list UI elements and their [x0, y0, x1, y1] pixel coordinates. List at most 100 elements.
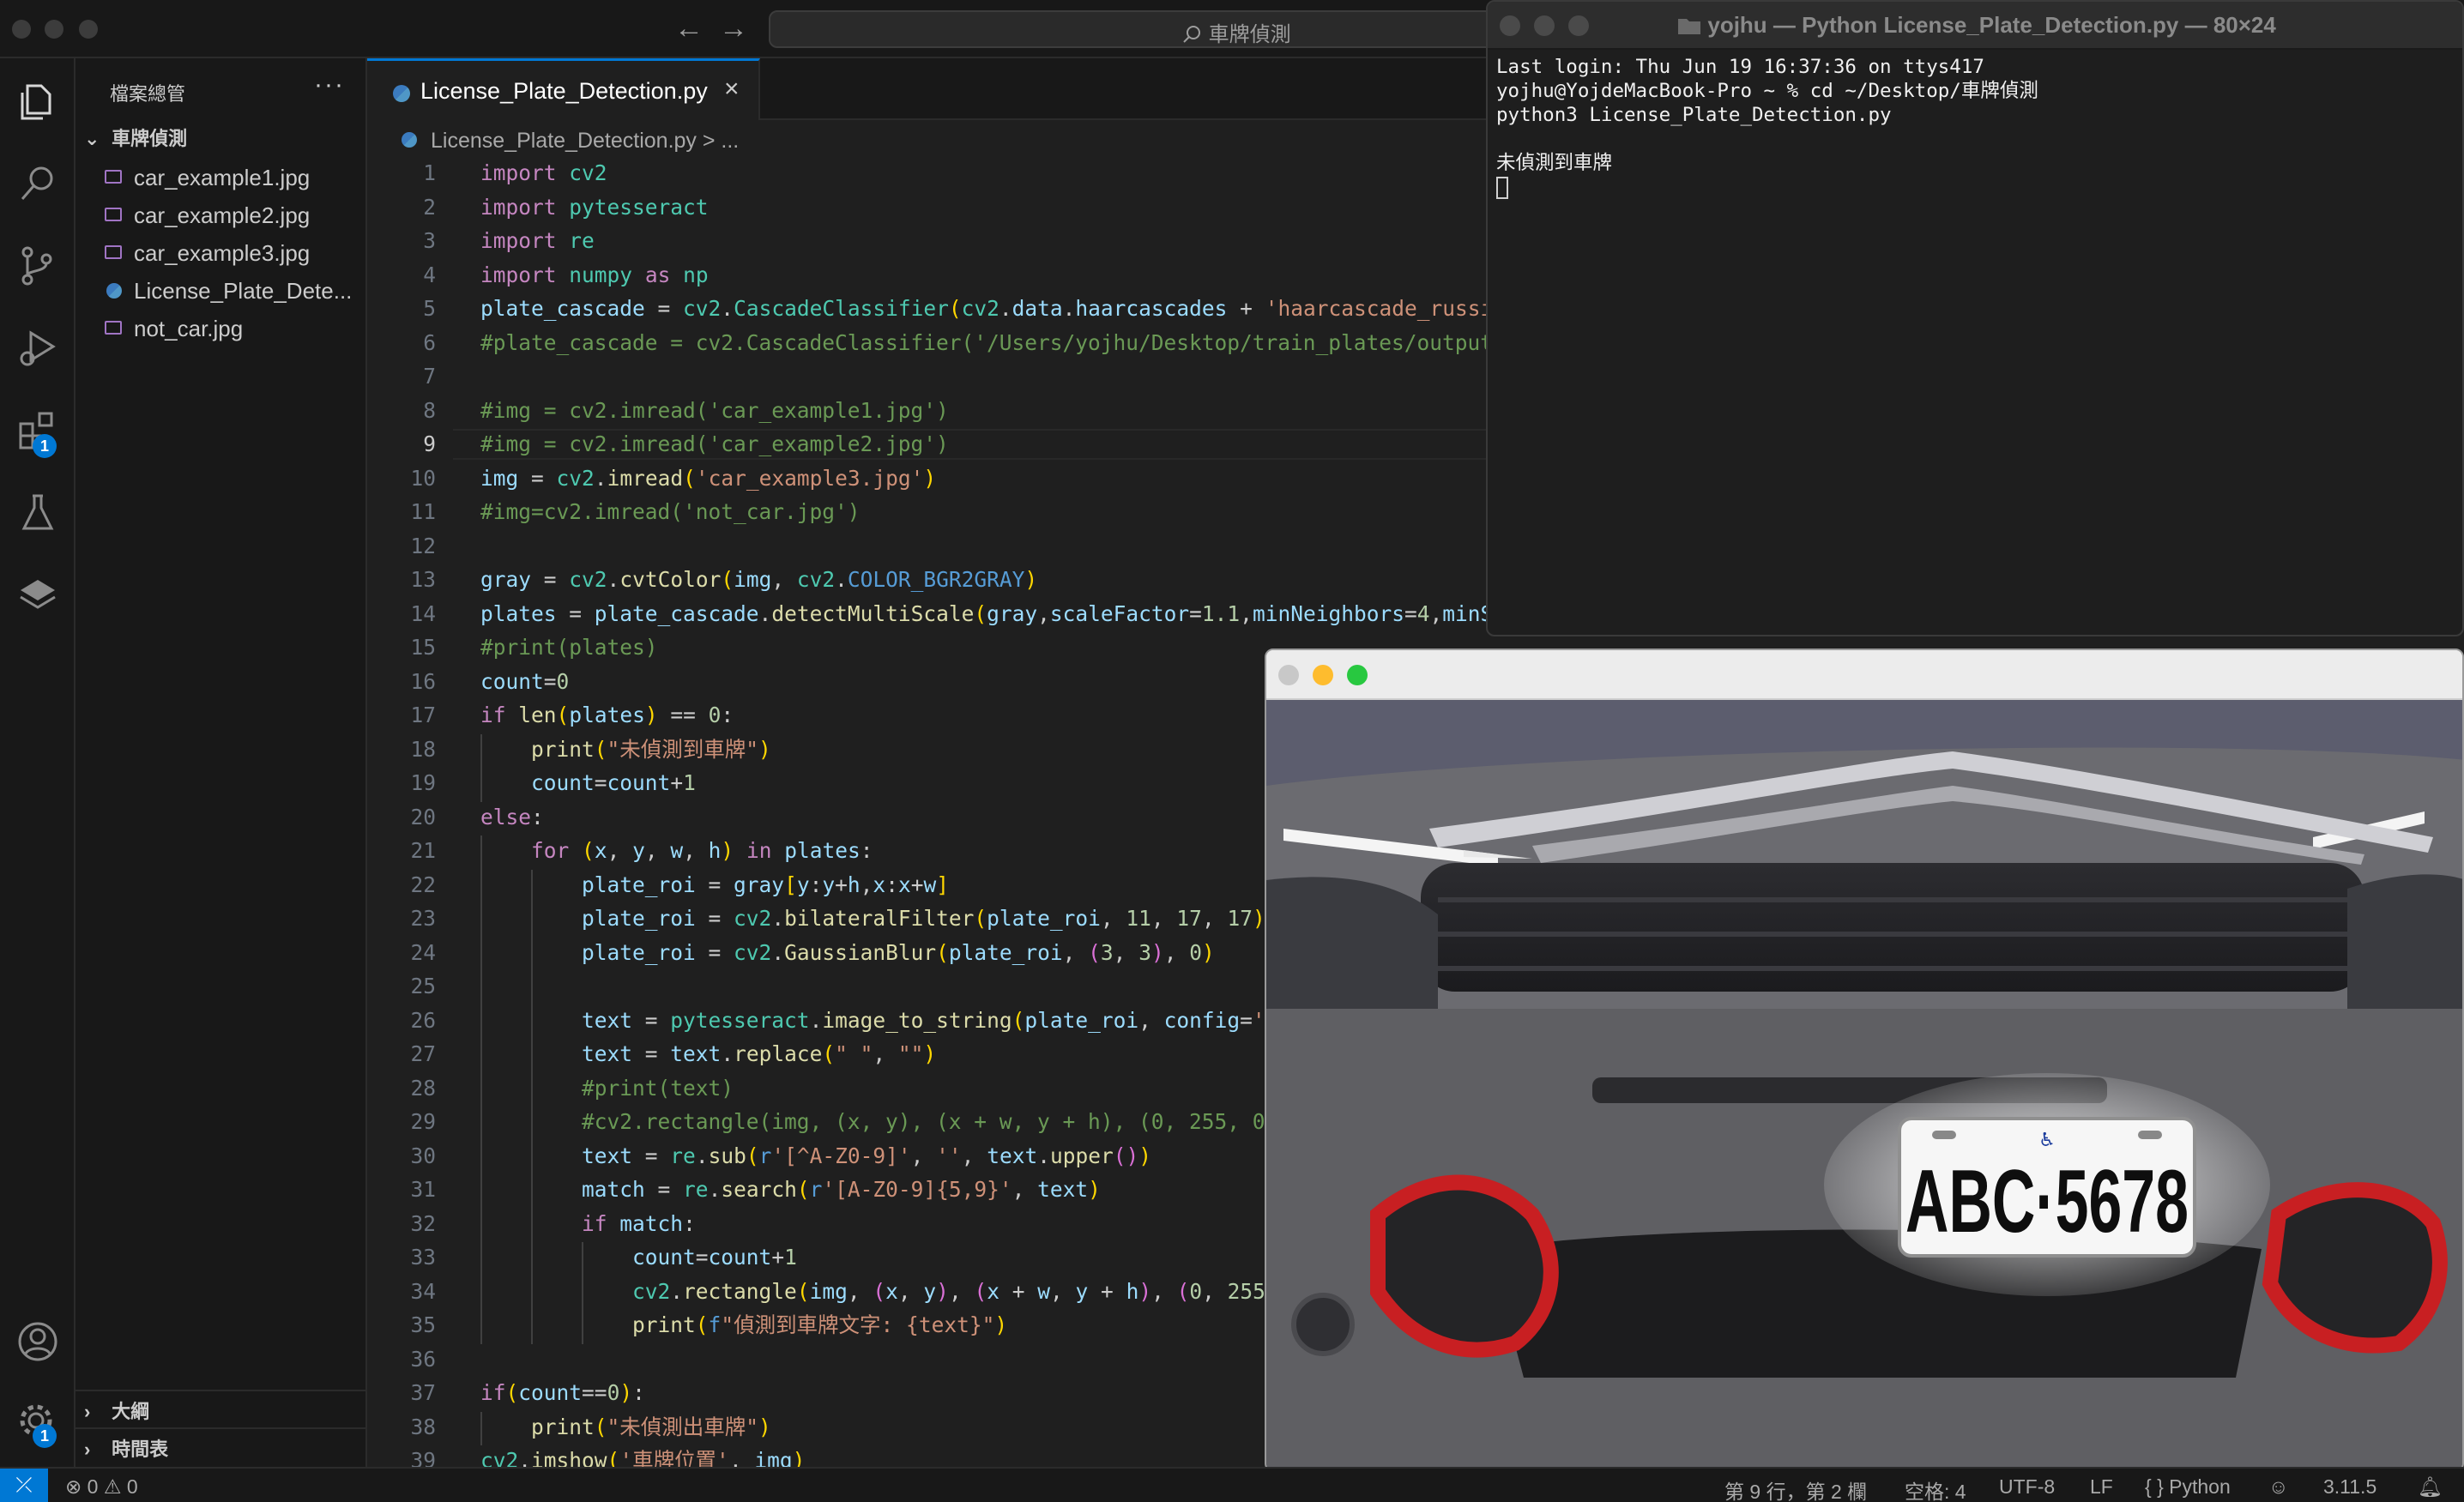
line-number: 1 [423, 160, 436, 185]
close-button[interactable] [1278, 665, 1299, 685]
code-line[interactable]: 7 [367, 361, 1486, 392]
code-text: if len(plates) == 0: [480, 703, 734, 727]
code-text: if(count==0): [480, 1380, 645, 1405]
back-arrow-icon[interactable]: ← [674, 12, 704, 45]
line-number: 36 [410, 1346, 436, 1372]
terminal-line: python3 License_Plate_Detection.py [1496, 104, 1892, 126]
zoom-button[interactable] [1347, 665, 1368, 685]
code-line[interactable]: 3 import re [367, 226, 1486, 256]
line-number: 31 [410, 1177, 436, 1202]
end-of-line[interactable]: LF [2090, 1475, 2113, 1499]
line-number: 7 [423, 364, 436, 389]
remote-indicator-icon[interactable]: ⤫ [0, 1469, 48, 1502]
file-item[interactable]: not_car.jpg [101, 311, 363, 348]
minimize-button[interactable] [45, 20, 63, 39]
code-text: text = text.replace(" ", "") [582, 1041, 937, 1066]
more-actions-button[interactable]: ··· [314, 70, 345, 100]
close-icon[interactable]: × [724, 75, 740, 104]
chevron-right-icon: › [84, 1439, 91, 1460]
code-line[interactable]: 11 #img=cv2.imread('not_car.jpg') [367, 497, 1486, 528]
line-number: 11 [410, 499, 436, 524]
python-version[interactable]: 3.11.5 [2323, 1475, 2376, 1499]
code-text: #print(text) [582, 1075, 734, 1101]
layers-icon[interactable] [15, 573, 60, 618]
code-text: if match: [582, 1210, 696, 1236]
line-number: 8 [423, 397, 436, 423]
error-icon: ⊗ [65, 1475, 82, 1498]
run-debug-icon[interactable] [15, 326, 60, 371]
timeline-label: 時間表 [112, 1439, 169, 1460]
line-number: 21 [410, 838, 436, 863]
line-number: 10 [410, 465, 436, 491]
code-line[interactable]: 8 #img = cv2.imread('car_example1.jpg') [367, 395, 1486, 426]
code-text: #img=cv2.imread('not_car.jpg') [480, 499, 861, 524]
source-control-icon[interactable] [15, 244, 60, 288]
copilot-icon[interactable]: ☺ [2268, 1475, 2288, 1499]
file-name: not_car.jpg [134, 316, 244, 341]
code-line[interactable]: 6 #plate_cascade = cv2.CascadeClassifier(… [367, 328, 1486, 359]
warning-icon: ⚠ [103, 1475, 122, 1498]
code-line[interactable]: 9 #img = cv2.imread('car_example2.jpg') [367, 429, 1486, 460]
code-text: gray = cv2.cvtColor(img, cv2.COLOR_BGR2G… [480, 567, 1038, 592]
close-button[interactable] [12, 20, 31, 39]
code-line[interactable]: 5 plate_cascade = cv2.CascadeClassifier(c… [367, 293, 1486, 324]
line-number: 17 [410, 703, 436, 727]
code-text: cv2.rectangle(img, (x, y), (x + w, y + h… [632, 1278, 1278, 1304]
command-center-text: 車牌偵測 [1208, 23, 1291, 46]
chevron-down-icon: ⌄ [84, 128, 100, 149]
cursor-position[interactable]: 第 9 行，第 2 欄 [1724, 1475, 1867, 1502]
error-count: 0 [87, 1475, 99, 1498]
terminal-line: Last login: Thu Jun 19 16:37:36 on ttys4… [1496, 56, 1984, 78]
tab-license-plate-detection[interactable]: License_Plate_Detection.py × [367, 58, 760, 120]
tab-label: License_Plate_Detection.py [420, 78, 708, 104]
code-line[interactable]: 13 gray = cv2.cvtColor(img, cv2.COLOR_BGR… [367, 564, 1486, 595]
explorer-icon[interactable] [15, 79, 60, 124]
minimize-button[interactable] [1313, 665, 1333, 685]
terminal-cursor [1496, 176, 1508, 199]
image-viewer-window[interactable]: ♿ ABC·5678 [1265, 648, 2464, 1472]
code-line[interactable]: 2 import pytesseract [367, 192, 1486, 223]
tab-bar: License_Plate_Detection.py × [367, 58, 1486, 120]
outline-label: 大綱 [112, 1401, 150, 1422]
code-text: plates = plate_cascade.detectMultiScale(… [480, 600, 1486, 626]
language-mode[interactable]: { } Python [2145, 1475, 2231, 1499]
line-number: 24 [410, 939, 436, 965]
testing-flask-icon[interactable] [15, 491, 60, 535]
timeline-section[interactable]: › 時間表 [84, 1434, 168, 1469]
problems-indicator[interactable]: ⊗ 0 ⚠ 0 [65, 1475, 138, 1499]
license-plate-text: ABC·5678 [1905, 1152, 2189, 1252]
code-line[interactable]: 12 [367, 531, 1486, 562]
notifications-bell-icon[interactable]: 🔔︎ [2418, 1475, 2443, 1499]
indentation[interactable]: 空格: 4 [1905, 1475, 1966, 1502]
file-item[interactable]: License_Plate_Dete... [101, 273, 363, 311]
image-icon [105, 245, 122, 259]
image-icon [105, 321, 122, 335]
line-number: 35 [410, 1312, 436, 1337]
encoding[interactable]: UTF-8 [1999, 1475, 2055, 1499]
explorer-title: 檔案總管 [110, 83, 186, 105]
outline-section[interactable]: › 大綱 [84, 1396, 149, 1431]
file-name: License_Plate_Dete... [134, 278, 353, 304]
file-item[interactable]: car_example1.jpg [101, 160, 363, 197]
line-number: 4 [423, 262, 436, 287]
code-text: plate_roi = cv2.bilateralFilter(plate_ro… [582, 906, 1265, 931]
code-line[interactable]: 14 plates = plate_cascade.detectMultiScal… [367, 599, 1486, 630]
code-text: print("未偵測出車牌") [531, 1414, 771, 1439]
file-item[interactable]: car_example3.jpg [101, 235, 363, 273]
code-text: #print(plates) [480, 635, 658, 660]
account-icon[interactable] [15, 1319, 60, 1364]
search-icon[interactable] [15, 161, 60, 206]
terminal-window[interactable]: yojhu — Python License_Plate_Detection.p… [1486, 0, 2464, 636]
file-item[interactable]: car_example2.jpg [101, 197, 363, 235]
zoom-button[interactable] [79, 20, 98, 39]
code-line[interactable]: 1 import cv2 [367, 158, 1486, 189]
line-number: 34 [410, 1278, 436, 1304]
code-line[interactable]: 10 img = cv2.imread('car_example3.jpg') [367, 463, 1486, 494]
line-number: 6 [423, 329, 436, 355]
code-line[interactable]: 4 import numpy as np [367, 260, 1486, 291]
settings-badge: 1 [33, 1424, 57, 1448]
chevron-right-icon: › [84, 1401, 91, 1422]
forward-arrow-icon[interactable]: → [719, 12, 748, 45]
line-number: 20 [410, 804, 436, 829]
folder-row[interactable]: ⌄ 車牌偵測 [84, 124, 187, 158]
